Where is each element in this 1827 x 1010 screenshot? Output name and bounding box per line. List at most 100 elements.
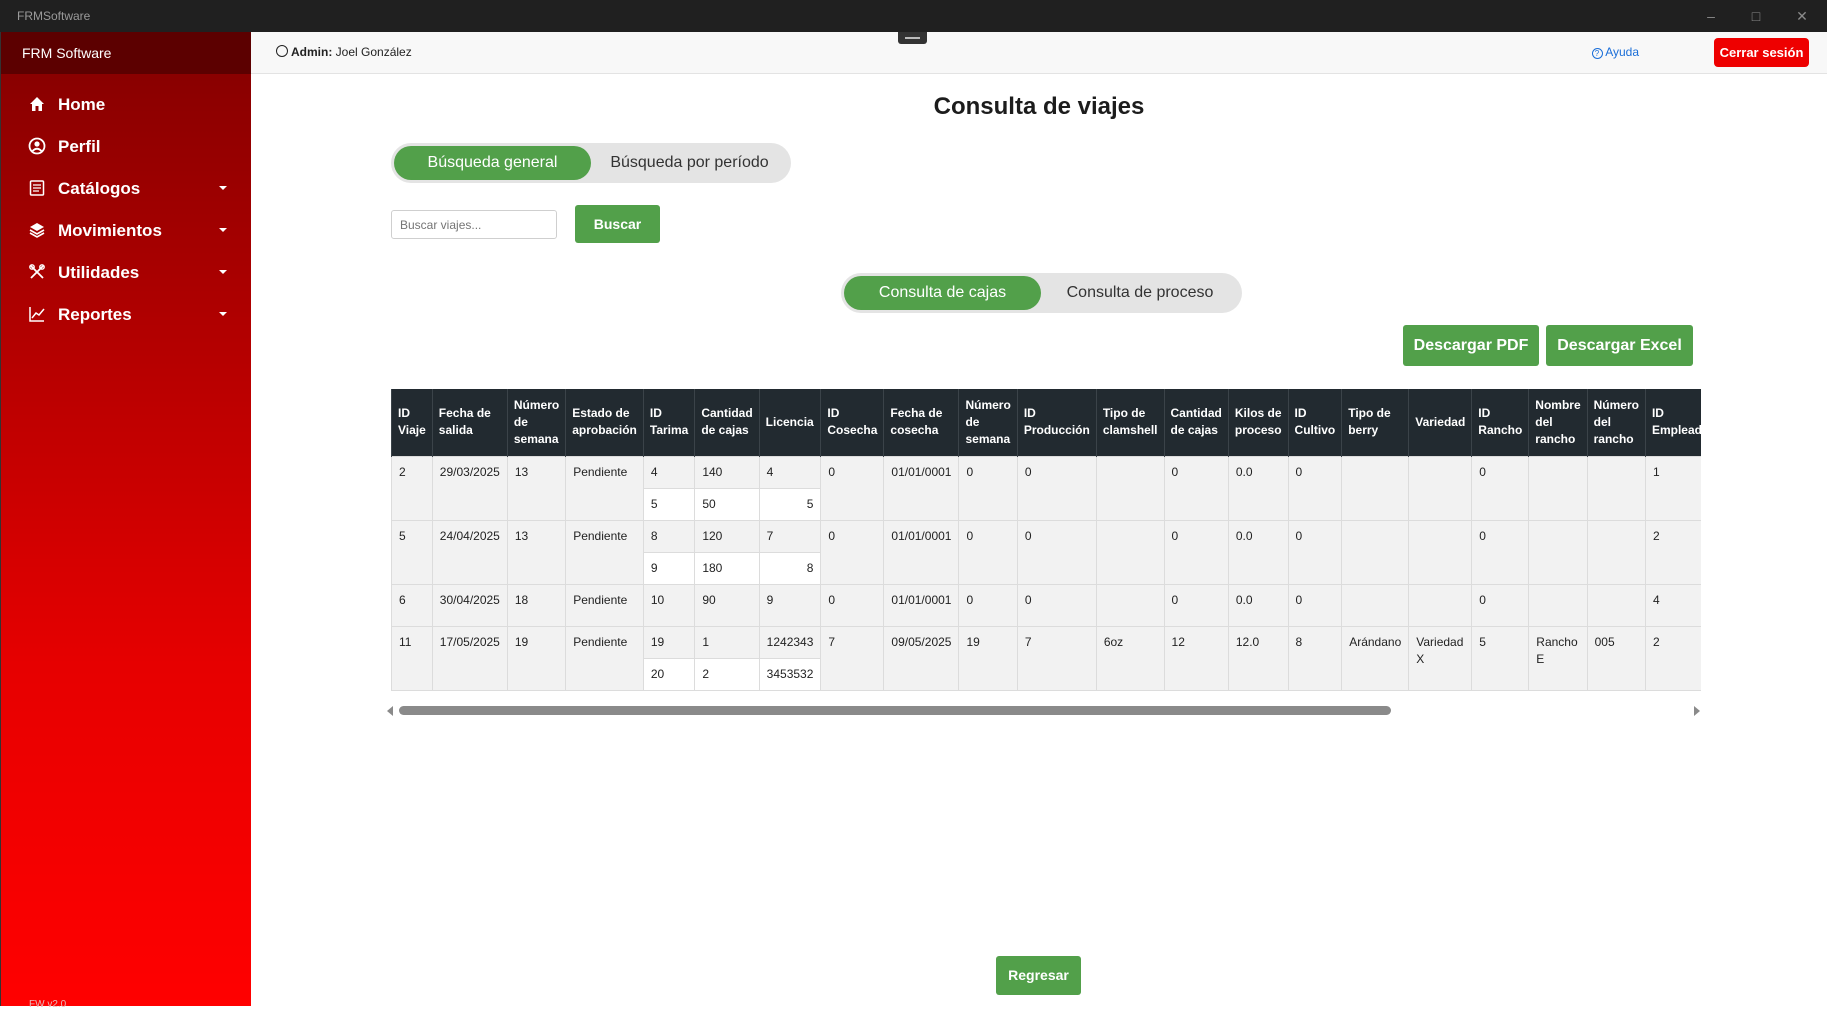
table-cell: 12: [1163, 625, 1229, 691]
table-cell: 9: [758, 583, 822, 627]
horizontal-scrollbar[interactable]: [385, 703, 1702, 717]
trips-table-container[interactable]: ID Viaje Fecha de salida Número de semana E…: [391, 389, 1701, 692]
table-cell: 0: [1471, 455, 1530, 521]
table-row[interactable]: 6 30/04/2025 18 Pendiente 10 90 9 0 01/01/0001 0 0…: [391, 583, 1701, 627]
table-cell: [1528, 455, 1588, 521]
table-cell: 01/01/0001: [883, 519, 960, 585]
tab-consulta-cajas[interactable]: Consulta de cajas: [844, 276, 1041, 310]
table-cell: 19: [642, 625, 696, 659]
table-row[interactable]: 2 29/03/2025 13 Pendiente 4 140 4 0 01/01/0001 0 0…: [391, 455, 1701, 521]
drawer-handle[interactable]: [898, 32, 927, 44]
table-cell: [1586, 583, 1646, 627]
sidebar-item-utilidades[interactable]: Utilidades: [1, 254, 252, 290]
table-cell: 17/05/2025: [431, 625, 508, 691]
table-cell: 2: [694, 657, 760, 691]
home-icon: [30, 97, 44, 111]
table-cell: 90: [694, 583, 760, 627]
sidebar-item-label: Reportes: [58, 305, 132, 324]
table-cell: 2: [1644, 625, 1701, 691]
table-cell: 0: [1163, 455, 1229, 521]
table-cell: Pendiente: [565, 455, 644, 521]
table-cell: 0: [1016, 455, 1097, 521]
table-cell: 13: [506, 455, 567, 521]
view-mode-toggle: Consulta de cajas Consulta de proceso: [841, 273, 1242, 313]
table-cell: [1586, 519, 1646, 585]
table-cell: 01/01/0001: [883, 583, 960, 627]
table-cell: 120: [694, 519, 760, 553]
sidebar-item-movimientos[interactable]: Movimientos: [1, 212, 252, 248]
table-cell: 24/04/2025: [431, 519, 508, 585]
search-input[interactable]: [391, 210, 557, 239]
table-cell: [1528, 583, 1588, 627]
maximize-icon[interactable]: □: [1746, 6, 1766, 26]
table-cell: [1341, 583, 1410, 627]
page-title: Consulta de viajes: [933, 93, 1145, 120]
user-circle-icon: [28, 137, 46, 155]
table-cell: Pendiente: [565, 625, 644, 691]
download-excel-button[interactable]: Descargar Excel: [1546, 325, 1693, 366]
sidebar-item-catalogos[interactable]: Catálogos: [1, 170, 252, 206]
table-cell: [1408, 583, 1473, 627]
logout-button[interactable]: Cerrar sesión: [1714, 38, 1809, 67]
table-cell: 0: [1016, 519, 1097, 585]
sidebar-item-perfil[interactable]: Perfil: [1, 128, 252, 164]
table-cell: 50: [694, 487, 760, 521]
table-cell: 0: [820, 455, 885, 521]
table-cell: 13: [506, 519, 567, 585]
column-header: ID Cultivo: [1287, 389, 1342, 456]
table-cell: 10: [642, 583, 696, 627]
back-button[interactable]: Regresar: [996, 956, 1081, 995]
table-cell: 6oz: [1095, 625, 1165, 691]
tab-consulta-proceso[interactable]: Consulta de proceso: [1041, 276, 1239, 310]
chevron-down-icon: [219, 228, 227, 232]
table-cell: Pendiente: [565, 519, 644, 585]
sidebar-item-reportes[interactable]: Reportes: [1, 296, 252, 332]
column-header: Número del rancho: [1586, 389, 1646, 456]
table-cell: 5: [642, 487, 696, 521]
table-cell: Arándano: [1341, 625, 1410, 691]
minimize-icon[interactable]: –: [1701, 6, 1721, 26]
tab-busqueda-periodo[interactable]: Búsqueda por período: [591, 146, 788, 180]
table-cell: [1341, 455, 1410, 521]
scroll-right-icon[interactable]: [1694, 706, 1700, 716]
table-cell: 1: [694, 625, 760, 659]
table-cell: 0: [1471, 583, 1530, 627]
search-mode-toggle: Búsqueda general Búsqueda por período: [391, 143, 791, 183]
column-header: ID Rancho: [1471, 389, 1529, 456]
tab-busqueda-general[interactable]: Búsqueda general: [394, 146, 591, 180]
sidebar-item-home[interactable]: Home: [1, 86, 252, 122]
table-cell: Rancho E: [1528, 625, 1588, 691]
table-cell: [1586, 455, 1646, 521]
user-info: Admin: Joel González: [276, 45, 412, 59]
column-header: Variedad: [1408, 389, 1472, 456]
sidebar-item-label: Home: [58, 95, 106, 114]
column-header: Fecha de cosecha: [883, 389, 959, 456]
column-header: Tipo de clamshell: [1095, 389, 1165, 456]
table-cell: 12.0: [1227, 625, 1289, 691]
catalog-icon: [29, 180, 45, 196]
table-row[interactable]: 11 17/05/2025 19 Pendiente 19 1 1242343 7 09/05/…: [391, 625, 1701, 691]
column-header: ID Tarima: [642, 389, 695, 456]
scroll-left-icon[interactable]: [387, 706, 393, 716]
table-cell: 140: [694, 455, 760, 489]
download-pdf-button[interactable]: Descargar PDF: [1403, 325, 1539, 366]
help-link[interactable]: ? Ayuda: [1591, 45, 1639, 59]
table-cell: 09/05/2025: [883, 625, 960, 691]
table-cell: 0: [1163, 519, 1229, 585]
table-cell: 7: [1016, 625, 1097, 691]
table-cell: 1242343: [758, 625, 822, 659]
scrollbar-thumb[interactable]: [399, 706, 1391, 715]
column-header: ID Viaje: [391, 389, 433, 456]
sidebar-item-label: Utilidades: [58, 263, 140, 282]
table-cell: 0: [1287, 583, 1343, 627]
column-header: Nombre del rancho: [1528, 389, 1588, 456]
question-circle-icon: ?: [1591, 48, 1603, 59]
column-header: Kilos de proceso: [1227, 389, 1289, 456]
close-icon[interactable]: ✕: [1792, 6, 1812, 26]
table-cell: 0: [1163, 583, 1229, 627]
table-cell: 0.0: [1227, 455, 1289, 521]
table-cell: 0.0: [1227, 519, 1289, 585]
table-row[interactable]: 5 24/04/2025 13 Pendiente 8 120 7 0 01/01/0001 0 0…: [391, 519, 1701, 585]
search-button[interactable]: Buscar: [575, 205, 660, 243]
version-label: FW v2.0: [29, 999, 67, 1010]
